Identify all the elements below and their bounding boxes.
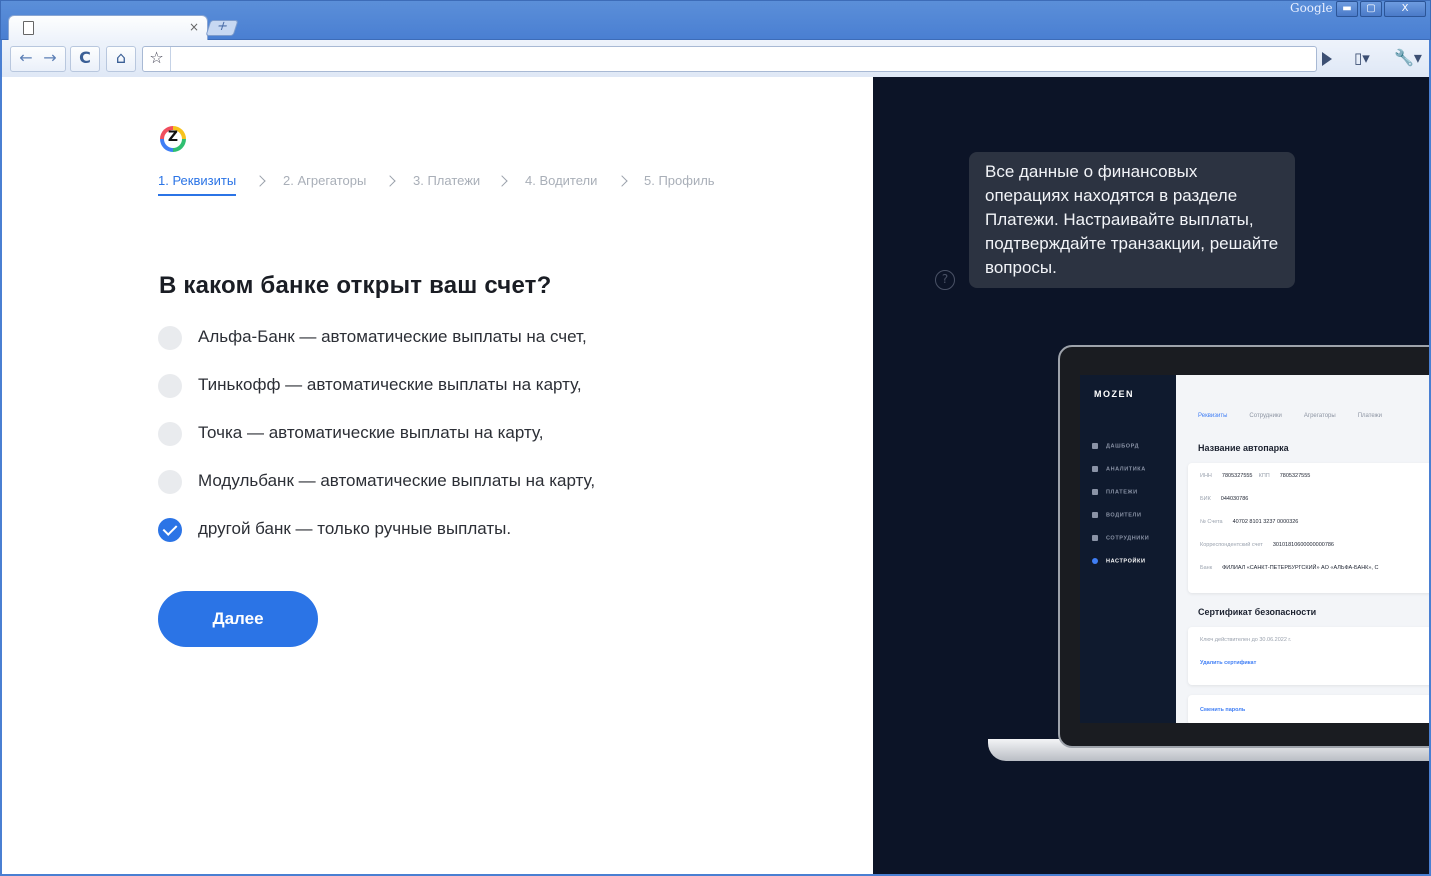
chevron-right-icon [254, 175, 266, 187]
go-icon[interactable] [1322, 52, 1332, 66]
app-screenshot: MOZEN ДАШБОРД АНАЛИТИКА ПЛАТЕЖИ ВОДИТЕЛИ… [1080, 375, 1429, 723]
app-change-password: Сменить пароль [1200, 707, 1246, 713]
app-requisites-card: ИНН 7805327555 КПП 7805327555 БИК 044030786… [1188, 463, 1429, 593]
app-logo: Z [160, 126, 186, 152]
laptop-lid: MOZEN ДАШБОРД АНАЛИТИКА ПЛАТЕЖИ ВОДИТЕЛИ… [1058, 345, 1429, 748]
app-row-account: № Счета 40702 8101 3237 0000326 [1200, 519, 1299, 525]
minimize-button[interactable]: ▬ [1336, 1, 1358, 17]
app-nav-item: ВОДИТЕЛИ [1092, 512, 1149, 535]
tab-close-icon[interactable]: × [189, 20, 199, 34]
step-requisites[interactable]: 1. Реквизиты [158, 173, 237, 196]
app-row-bik: БИК 044030786 [1200, 496, 1249, 502]
page-viewport: Z 1. Реквизиты 2. Агрегаторы 3. Платежи … [2, 77, 1429, 874]
option-label[interactable]: Модульбанк — автоматические выплаты на к… [198, 471, 595, 491]
chevron-right-icon [384, 175, 396, 187]
laptop-illustration: MOZEN ДАШБОРД АНАЛИТИКА ПЛАТЕЖИ ВОДИТЕЛИ… [988, 345, 1429, 761]
page-menu-icon[interactable]: ▯▾ [1354, 49, 1370, 67]
chevron-right-icon [496, 175, 508, 187]
option-label[interactable]: Альфа-Банк — автоматические выплаты на с… [198, 327, 587, 347]
step-profile[interactable]: 5. Профиль [644, 173, 715, 188]
new-tab-button[interactable]: + [205, 19, 239, 36]
home-icon[interactable]: ⌂ [106, 46, 136, 72]
option-label[interactable]: Тинькофф — автоматические выплаты на кар… [198, 375, 582, 395]
app-company-heading: Название автопарка [1198, 443, 1289, 453]
app-row-bank: Банк ФИЛИАЛ «САНКТ-ПЕТЕРБУРГСКИЙ» АО «АЛЬ… [1200, 565, 1379, 571]
browser-brand: Google [1290, 1, 1333, 15]
help-icon[interactable]: ? [935, 270, 955, 290]
app-brand: MOZEN [1094, 389, 1134, 399]
option-label[interactable]: Точка — автоматические выплаты на карту, [198, 423, 543, 443]
app-nav-item: ДАШБОРД [1092, 443, 1149, 466]
browser-toolbar: ← → C ⌂ ☆ ▯▾ 🔧▾ [0, 40, 1431, 77]
app-row-inn: ИНН 7805327555 КПП 7805327555 [1200, 473, 1311, 479]
app-cert-valid: Ключ действителен до 30.06.2022 г. [1200, 637, 1292, 643]
address-bar[interactable]: ☆ [142, 46, 1317, 72]
next-button[interactable]: Далее [158, 591, 318, 647]
option-label[interactable]: другой банк — только ручные выплаты. [198, 519, 511, 539]
app-nav-item-active: НАСТРОЙКИ [1092, 558, 1149, 581]
reload-icon[interactable]: C [70, 46, 100, 72]
app-main: Реквизиты Сотрудники Агрегаторы Платежи Наз… [1176, 375, 1429, 723]
bookmark-star-icon[interactable]: ☆ [143, 47, 171, 71]
close-window-button[interactable]: X [1384, 1, 1426, 17]
app-cert-heading: Сертификат безопасности [1198, 607, 1317, 617]
page-title: В каком банке открыт ваш счет? [159, 272, 552, 299]
logo-letter: Z [167, 129, 179, 145]
page-icon [23, 21, 34, 35]
app-cert-card: Ключ действителен до 30.06.2022 г. Удали… [1188, 627, 1429, 685]
app-row-corr: Корреспондентский счет 301018106000000007… [1200, 542, 1334, 548]
back-forward-buttons[interactable]: ← → [10, 46, 66, 72]
app-nav-item: АНАЛИТИКА [1092, 466, 1149, 489]
info-tooltip: Все данные о финансовых операциях находя… [969, 152, 1295, 288]
info-panel: ? Все данные о финансовых операциях нахо… [873, 77, 1429, 874]
app-delete-cert: Удалить сертификат [1200, 660, 1257, 666]
app-sidebar: MOZEN ДАШБОРД АНАЛИТИКА ПЛАТЕЖИ ВОДИТЕЛИ… [1080, 375, 1176, 723]
browser-tab[interactable]: × [8, 15, 208, 41]
app-tabs: Реквизиты Сотрудники Агрегаторы Платежи [1198, 413, 1383, 419]
radio-button[interactable] [158, 470, 182, 494]
chevron-right-icon [616, 175, 628, 187]
app-nav: ДАШБОРД АНАЛИТИКА ПЛАТЕЖИ ВОДИТЕЛИ СОТРУ… [1092, 443, 1149, 581]
forward-arrow-icon[interactable]: → [38, 47, 62, 69]
back-arrow-icon[interactable]: ← [14, 47, 38, 69]
step-drivers[interactable]: 4. Водители [525, 173, 597, 188]
maximize-button[interactable]: ▢ [1360, 1, 1382, 17]
step-payments[interactable]: 3. Платежи [413, 173, 480, 188]
radio-button[interactable] [158, 326, 182, 350]
radio-button[interactable] [158, 422, 182, 446]
onboarding-form-panel: Z 1. Реквизиты 2. Агрегаторы 3. Платежи … [2, 77, 873, 874]
app-nav-item: СОТРУДНИКИ [1092, 535, 1149, 558]
wrench-menu-icon[interactable]: 🔧▾ [1394, 48, 1422, 67]
radio-button-checked[interactable] [158, 518, 182, 542]
step-aggregators[interactable]: 2. Агрегаторы [283, 173, 366, 188]
app-password-card: Сменить пароль [1188, 695, 1429, 723]
radio-button[interactable] [158, 374, 182, 398]
app-nav-item: ПЛАТЕЖИ [1092, 489, 1149, 512]
